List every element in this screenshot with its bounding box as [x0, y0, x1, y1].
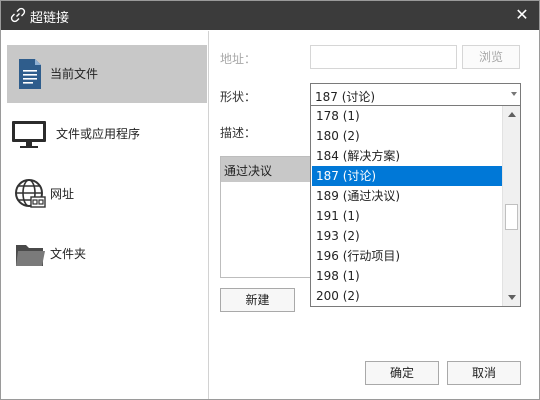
cancel-button[interactable]: 取消 — [447, 361, 521, 385]
link-type-sidebar: 当前文件 文件或应用程序 网址 文件夹 — [1, 31, 209, 399]
dropdown-option[interactable]: 198 (1) — [312, 266, 502, 286]
chevron-down-icon[interactable] — [511, 92, 517, 96]
title-bar: 超链接 ✕ — [1, 1, 539, 30]
sidebar-item-url[interactable]: 网址 — [7, 165, 207, 223]
sidebar-item-current-file[interactable]: 当前文件 — [7, 45, 207, 103]
sidebar-item-file-or-app[interactable]: 文件或应用程序 — [7, 105, 207, 163]
sidebar-item-label: 当前文件 — [50, 67, 99, 81]
dropdown-option[interactable]: 184 (解决方案) — [312, 146, 502, 166]
description-label: 描述： — [220, 126, 257, 140]
address-input[interactable] — [310, 45, 457, 69]
sidebar-item-folder[interactable]: 文件夹 — [7, 225, 207, 283]
dropdown-option[interactable]: 187 (讨论) — [312, 166, 502, 186]
window-title: 超链接 — [30, 11, 70, 26]
shape-select[interactable]: 187 (讨论) — [310, 83, 521, 107]
dropdown-option[interactable]: 191 (1) — [312, 206, 502, 226]
hyperlink-dialog: 超链接 ✕ 当前文件 文件或应用程序 网址 文件夹 地址： 浏览 形状： 187… — [0, 0, 540, 400]
sidebar-item-label: 文件夹 — [50, 247, 87, 261]
description-item-text: 通过决议 — [224, 164, 273, 178]
new-button[interactable]: 新建 — [220, 288, 295, 312]
dropdown-option[interactable]: 178 (1) — [312, 106, 502, 126]
sidebar-item-label: 网址 — [50, 187, 75, 201]
browse-button[interactable]: 浏览 — [462, 45, 520, 69]
dropdown-option[interactable]: 200 (2) — [312, 286, 502, 306]
link-icon — [10, 7, 26, 23]
scrollbar-thumb[interactable] — [505, 204, 518, 230]
dropdown-option[interactable]: 180 (2) — [312, 126, 502, 146]
ok-button[interactable]: 确定 — [365, 361, 439, 385]
shape-label: 形状： — [220, 90, 257, 104]
dropdown-option[interactable]: 196 (行动项目) — [312, 246, 502, 266]
globe-icon — [15, 179, 46, 208]
dropdown-option[interactable]: 193 (2) — [312, 226, 502, 246]
document-icon — [19, 59, 41, 89]
dropdown-scrollbar[interactable] — [502, 106, 520, 306]
folder-icon — [16, 245, 45, 266]
monitor-icon — [12, 121, 46, 148]
dropdown-option[interactable]: 189 (通过决议) — [312, 186, 502, 206]
sidebar-item-label: 文件或应用程序 — [56, 127, 141, 141]
close-icon[interactable]: ✕ — [511, 4, 533, 26]
shape-dropdown-list[interactable]: 178 (1) 180 (2) 184 (解决方案) 187 (讨论) 189 … — [310, 105, 521, 307]
shape-select-value: 187 (讨论) — [315, 90, 376, 104]
address-label: 地址： — [220, 52, 257, 66]
scroll-up-icon[interactable] — [503, 106, 520, 123]
scroll-down-icon[interactable] — [503, 289, 520, 306]
